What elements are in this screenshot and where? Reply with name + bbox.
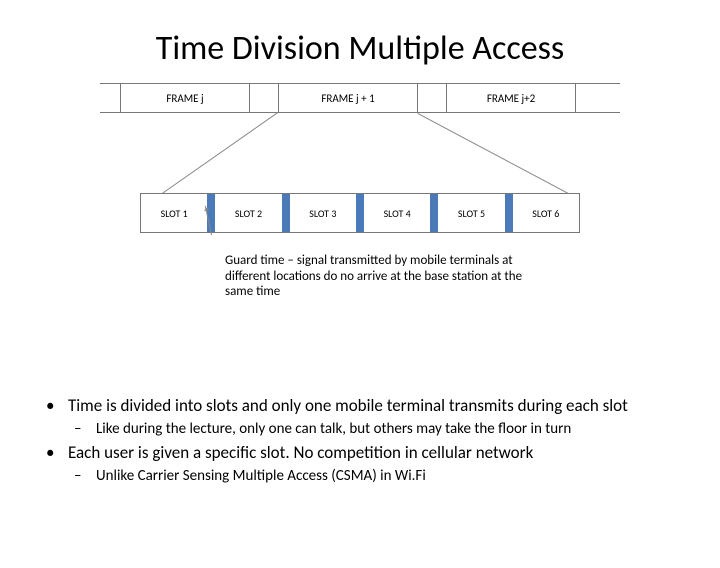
tdma-diagram: FRAME j FRAME j + 1 FRAME j+2 SLOT 1 SLO…: [100, 83, 620, 263]
frame-cell: FRAME j+2: [446, 83, 576, 113]
sub-bullet-item: – Unlike Carrier Sensing Multiple Access…: [74, 467, 666, 485]
bullet-text: Time is divided into slots and only one …: [68, 396, 628, 417]
bullet-dot-icon: •: [46, 396, 68, 417]
slot-cell: SLOT 5: [438, 194, 504, 232]
bullet-dash-icon: –: [74, 467, 96, 485]
bullet-item: • Time is divided into slots and only on…: [46, 396, 666, 417]
frame-cell: FRAME j + 1: [278, 83, 418, 113]
bullet-list: • Time is divided into slots and only on…: [46, 396, 666, 490]
sub-bullet-text: Like during the lecture, only one can ta…: [96, 420, 571, 438]
bullet-item: • Each user is given a specific slot. No…: [46, 443, 666, 464]
sub-bullet-item: – Like during the lecture, only one can …: [74, 420, 666, 438]
bullet-text: Each user is given a specific slot. No c…: [68, 443, 533, 464]
frame-cell: FRAME j: [120, 83, 250, 113]
guard-caption: Guard time – signal transmitted by mobil…: [225, 253, 525, 300]
sub-bullet-text: Unlike Carrier Sensing Multiple Access (…: [96, 467, 426, 485]
slot-cell: SLOT 3: [290, 194, 356, 232]
connector-line: [418, 113, 577, 198]
connector-line: [145, 112, 278, 206]
slot-cell: SLOT 4: [364, 194, 430, 232]
slot-cell: SLOT 2: [215, 194, 281, 232]
guard-band: [282, 194, 290, 232]
guard-band: [356, 194, 364, 232]
frames-row: FRAME j FRAME j + 1 FRAME j+2: [100, 83, 620, 113]
bullet-dash-icon: –: [74, 420, 96, 438]
guard-band: [505, 194, 513, 232]
slide-title: Time Division Multiple Access: [0, 28, 720, 69]
guard-band: [430, 194, 438, 232]
slot-cell: SLOT 1: [141, 194, 207, 232]
bullet-dot-icon: •: [46, 443, 68, 464]
slot-cell: SLOT 6: [513, 194, 579, 232]
